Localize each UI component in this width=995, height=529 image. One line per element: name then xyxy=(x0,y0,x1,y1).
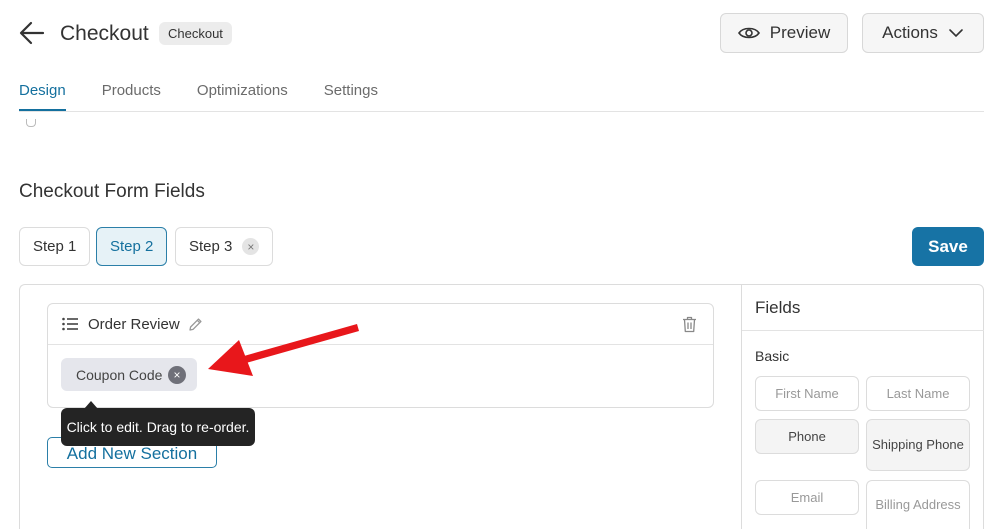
scroll-fragment xyxy=(26,119,36,127)
step-1-tab[interactable]: Step 1 xyxy=(19,227,91,266)
section-header: Order Review xyxy=(48,304,713,345)
save-button[interactable]: Save xyxy=(912,227,984,266)
trash-icon[interactable] xyxy=(682,316,697,333)
preview-button-label: Preview xyxy=(769,23,831,42)
tab-settings[interactable]: Settings xyxy=(324,82,378,111)
step-2-tab[interactable]: Step 2 xyxy=(96,227,168,266)
annotation-arrow-icon xyxy=(208,324,359,376)
actions-dropdown[interactable]: Actions xyxy=(862,13,984,53)
field-email[interactable]: Email xyxy=(755,480,859,515)
field-phone[interactable]: Phone xyxy=(755,419,859,454)
field-label: Coupon Code xyxy=(76,366,163,383)
eye-icon xyxy=(737,27,760,39)
fields-divider xyxy=(742,330,984,331)
page-tabs: Design Products Optimizations Settings xyxy=(19,82,414,111)
step-3-tab[interactable]: Step 3 × xyxy=(175,227,274,266)
section-name: Order Review xyxy=(88,315,180,333)
coupon-code-field[interactable]: Coupon Code × xyxy=(61,358,197,391)
order-review-section[interactable]: Order Review xyxy=(47,303,714,408)
chevron-down-icon xyxy=(949,29,963,38)
field-shipping-phone[interactable]: Shipping Phone xyxy=(866,419,970,471)
remove-step-icon[interactable]: × xyxy=(242,238,260,255)
actions-dropdown-label: Actions xyxy=(882,23,938,42)
field-group-label: Basic xyxy=(755,348,790,364)
page-type-badge: Checkout xyxy=(159,22,232,45)
tab-optimizations[interactable]: Optimizations xyxy=(197,82,288,111)
page-title: Checkout xyxy=(60,22,149,45)
field-first-name[interactable]: First Name xyxy=(755,376,859,411)
step-label: Step 1 xyxy=(33,238,77,255)
fields-panel-title: Fields xyxy=(755,298,801,317)
tabs-divider xyxy=(19,111,984,112)
tab-design[interactable]: Design xyxy=(19,82,66,111)
field-last-name[interactable]: Last Name xyxy=(866,376,970,411)
remove-field-icon[interactable]: × xyxy=(168,366,186,384)
tab-products[interactable]: Products xyxy=(102,82,161,111)
field-tooltip: Click to edit. Drag to re-order. xyxy=(61,408,255,446)
field-billing-address[interactable]: Billing Address xyxy=(866,480,970,529)
preview-button[interactable]: Preview xyxy=(720,13,848,53)
list-icon[interactable] xyxy=(62,317,78,331)
step-label: Step 2 xyxy=(110,238,154,255)
step-label: Step 3 xyxy=(189,238,233,255)
back-arrow-icon[interactable] xyxy=(18,20,46,46)
section-title: Checkout Form Fields xyxy=(19,181,205,202)
